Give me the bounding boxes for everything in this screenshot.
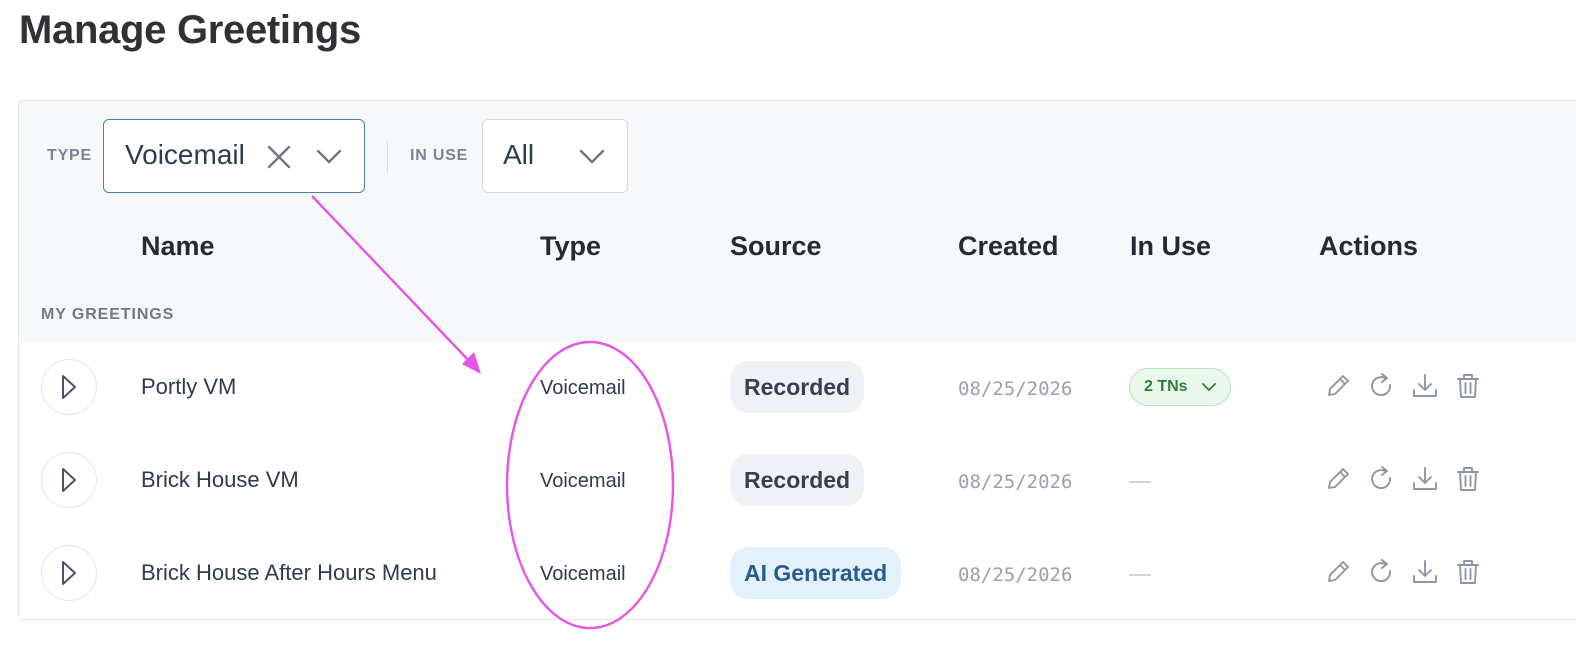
greetings-list: Portly VM Voicemail Recorded 08/25/2026 … [19, 341, 1576, 619]
greeting-name: Brick House VM [141, 467, 299, 492]
created-date: 08/25/2026 [958, 471, 1073, 493]
refresh-icon [1371, 559, 1391, 582]
play-button[interactable] [41, 359, 97, 415]
in-use-empty [1129, 481, 1151, 483]
table-row: Portly VM Voicemail Recorded 08/25/2026 … [19, 341, 1576, 434]
play-button[interactable] [41, 545, 97, 601]
edit-button[interactable] [1323, 371, 1353, 401]
greeting-name: Brick House After Hours Menu [141, 560, 437, 585]
column-header-in-use[interactable]: In Use [1130, 231, 1211, 262]
pencil-icon [1328, 561, 1349, 582]
in-use-filter-label: IN USE [410, 147, 469, 164]
trash-icon [1457, 560, 1479, 584]
table-row: Brick House VM Voicemail Recorded 08/25/… [19, 434, 1576, 527]
table-row: Brick House After Hours Menu Voicemail A… [19, 527, 1576, 620]
download-button[interactable] [1410, 371, 1440, 401]
page-title: Manage Greetings [19, 8, 361, 52]
greeting-name: Portly VM [141, 374, 237, 399]
column-header-type[interactable]: Type [540, 231, 601, 262]
greeting-type: Voicemail [540, 470, 626, 492]
close-icon[interactable] [266, 144, 292, 170]
chevron-down-icon [1202, 383, 1216, 391]
download-icon [1413, 374, 1437, 397]
type-filter-label: TYPE [47, 147, 92, 164]
type-filter-select[interactable]: Voicemail [103, 119, 365, 193]
delete-button[interactable] [1453, 464, 1483, 494]
download-icon [1413, 560, 1437, 583]
created-date: 08/25/2026 [958, 564, 1073, 586]
in-use-count: 2 TNs [1144, 378, 1188, 395]
chevron-down-icon[interactable] [316, 146, 342, 166]
column-header-actions: Actions [1319, 231, 1419, 261]
greetings-panel: TYPE Voicemail IN USE All Name Type Sour… [18, 100, 1576, 620]
play-icon [62, 375, 76, 399]
chevron-down-icon[interactable] [579, 146, 605, 166]
regenerate-button[interactable] [1367, 371, 1397, 401]
filter-bar: TYPE Voicemail IN USE All [19, 101, 1576, 211]
column-header-created[interactable]: Created [958, 231, 1059, 262]
play-icon [62, 468, 76, 492]
delete-button[interactable] [1453, 371, 1483, 401]
source-badge: Recorded [730, 454, 865, 506]
download-icon [1413, 467, 1437, 490]
in-use-badge[interactable]: 2 TNs [1129, 368, 1231, 406]
in-use-empty [1129, 574, 1151, 576]
pencil-icon [1328, 468, 1349, 489]
filter-divider [387, 141, 388, 173]
greeting-type: Voicemail [540, 377, 626, 399]
column-header-source[interactable]: Source [730, 231, 822, 262]
download-button[interactable] [1410, 557, 1440, 587]
in-use-filter-value: All [503, 139, 535, 170]
pencil-icon [1328, 375, 1349, 396]
play-icon [62, 561, 76, 585]
type-filter-value: Voicemail [125, 139, 245, 170]
delete-button[interactable] [1453, 557, 1483, 587]
download-button[interactable] [1410, 464, 1440, 494]
created-date: 08/25/2026 [958, 378, 1073, 400]
refresh-icon [1371, 466, 1391, 489]
edit-button[interactable] [1323, 557, 1353, 587]
edit-button[interactable] [1323, 464, 1353, 494]
in-use-filter-select[interactable]: All [482, 119, 628, 193]
source-badge: AI Generated [730, 547, 902, 599]
regenerate-button[interactable] [1367, 557, 1397, 587]
greeting-type: Voicemail [540, 563, 626, 585]
play-button[interactable] [41, 452, 97, 508]
regenerate-button[interactable] [1367, 464, 1397, 494]
column-header-name[interactable]: Name [141, 231, 215, 262]
refresh-icon [1371, 373, 1391, 396]
group-label: MY GREETINGS [41, 306, 175, 323]
source-badge: Recorded [730, 361, 865, 413]
trash-icon [1457, 467, 1479, 491]
trash-icon [1457, 374, 1479, 398]
